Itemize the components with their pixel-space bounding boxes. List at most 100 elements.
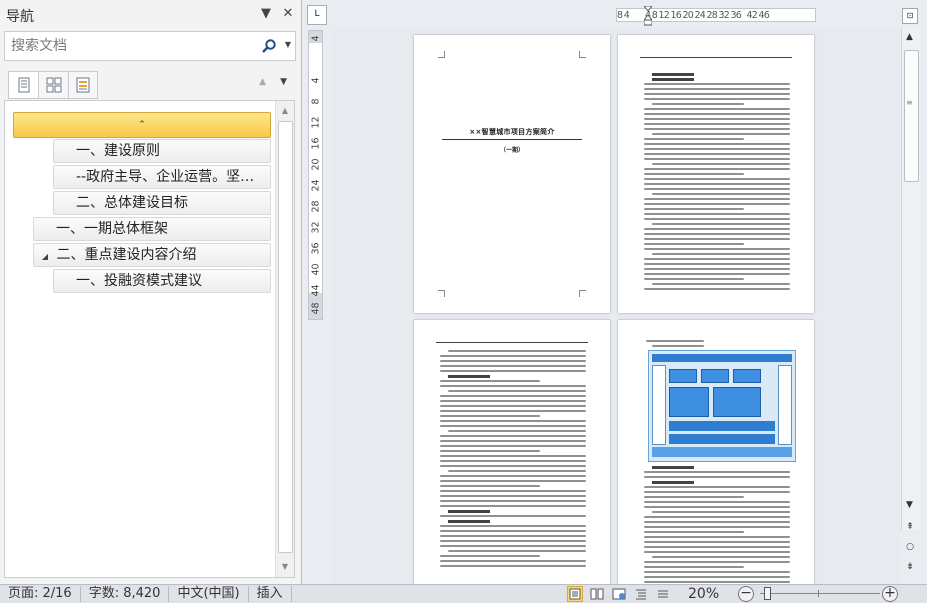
body-text-line [644,248,790,250]
zoom-slider-thumb[interactable] [764,587,771,600]
tree-scrollbar[interactable]: ▲ ▼ [275,101,294,577]
body-text-line [440,410,586,412]
body-text-line [644,98,790,100]
ruler-tick: 16 [310,137,322,150]
status-bar: 页面: 2/16 字数: 8,420 中文(中国) 插入 20% − + [0,584,927,603]
page-count[interactable]: 页面: 2/16 [0,586,81,602]
tree-item-overall-goals[interactable]: 二、总体建设目标 [53,191,271,215]
vertical-ruler[interactable]: 4 4 8 12 16 20 24 28 32 36 40 44 48 [308,30,323,320]
view-ruler-toggle-icon[interactable]: ⊡ [902,8,918,24]
search-options-dropdown-icon[interactable]: ▼ [285,40,291,49]
close-pane-icon[interactable]: ✕ [281,5,295,21]
body-text-line [644,208,744,210]
print-layout-view-button[interactable] [567,586,583,602]
outline-view-button[interactable] [633,586,649,602]
expand-triangle-icon[interactable]: ◢ [38,246,52,266]
tree-item-phase-one-framework[interactable]: 一、一期总体框架 [33,217,271,241]
tree-item-label: 二、总体建设目标 [76,195,188,211]
body-text-line [440,530,586,532]
search-results-icon [76,77,90,93]
page-3[interactable] [414,320,610,584]
body-text-line [644,501,790,503]
document-area[interactable]: ××智慧城市项目方案简介 （一期） [330,28,900,584]
zoom-out-button[interactable]: − [738,586,754,602]
draft-view-button[interactable] [655,586,671,602]
scroll-up-icon[interactable]: ▲ [278,104,292,118]
body-text-line [440,450,540,452]
page-2[interactable] [618,35,814,313]
body-text-line [644,153,790,155]
body-text-line [440,415,540,417]
zoom-in-button[interactable]: + [882,586,898,602]
body-text-line [440,425,586,427]
tab-stop-selector[interactable]: L [307,5,327,25]
body-text-line [644,273,790,275]
body-text-line [644,228,790,230]
body-text-line [644,551,790,553]
body-text-line [652,133,790,135]
page-4[interactable] [618,320,814,584]
body-text-line [644,521,790,523]
scroll-down-icon[interactable]: ▼ [278,560,292,574]
body-text-line [652,556,790,558]
full-screen-reading-view-button[interactable] [589,586,605,602]
zoom-level[interactable]: 20% [688,585,719,603]
tree-item-label: 二、重点建设内容介绍 [56,247,197,263]
heading-text-line [652,466,694,469]
insert-mode[interactable]: 插入 [249,586,292,602]
previous-heading-icon[interactable]: ▲ [259,77,266,87]
heading-text-line [448,520,490,523]
body-text-line [440,365,586,367]
body-text-line [644,278,744,280]
tree-item-label: 一、建设原则 [76,143,160,159]
ruler-tick: 24 [694,9,706,21]
search-icon[interactable] [261,38,277,54]
body-text-line [644,531,744,533]
tab-search-results[interactable] [68,71,98,99]
cover-subtitle: （一期） [499,147,524,154]
document-scroll-thumb[interactable] [904,50,919,182]
body-text-line [440,465,586,467]
scroll-down-icon[interactable]: ▼ [906,500,913,510]
body-text-line [440,385,586,387]
tab-headings[interactable] [8,71,38,99]
body-text-line [440,500,586,502]
body-text-line [440,525,586,527]
body-text-line [440,400,586,402]
tree-item-collapse-top[interactable]: ⌃ [13,112,271,138]
indent-marker-icon[interactable] [644,6,652,26]
next-heading-icon[interactable]: ▼ [280,77,287,87]
heading-text-line [448,510,490,513]
body-text-line [440,455,586,457]
body-text-line [644,258,790,260]
body-text-line [652,193,790,195]
heading-text-line [652,73,694,76]
tree-item-government-led[interactable]: --政府主导、企业运营。坚… [53,165,271,189]
tree-item-financing-model[interactable]: 一、投融资模式建议 [53,269,271,293]
ruler-tick: 28 [310,200,322,213]
tab-pages[interactable] [38,71,68,99]
body-text-line [644,88,790,90]
ruler-tick: 16 [670,9,682,21]
language-indicator[interactable]: 中文(中国) [169,586,249,602]
search-input[interactable] [11,37,251,55]
previous-page-icon[interactable]: ⇞ [901,517,919,537]
word-count[interactable]: 字数: 8,420 [81,586,170,602]
select-browse-object-icon[interactable]: ○ [901,537,919,557]
body-text-line [448,350,586,352]
body-text-line [644,123,790,125]
pane-options-dropdown-icon[interactable]: ▼ [259,5,273,21]
next-page-icon[interactable]: ⇟ [901,557,919,577]
ruler-tick: 40 [310,263,322,276]
zoom-slider[interactable] [760,593,880,594]
page-1-cover[interactable]: ××智慧城市项目方案简介 （一期） [414,35,610,313]
web-layout-view-button[interactable] [611,586,627,602]
tree-item-key-construction[interactable]: ◢ 二、重点建设内容介绍 [33,243,271,267]
tree-scroll-thumb[interactable] [278,121,293,553]
ruler-tick: 32 [718,9,730,21]
ruler-tick: 12 [310,116,322,129]
document-vertical-scrollbar[interactable]: ▲ ≡ ▼ [901,28,920,530]
body-text-line [440,475,586,477]
scroll-up-icon[interactable]: ▲ [906,32,913,42]
tree-item-construction-principles[interactable]: 一、建设原则 [53,139,271,163]
